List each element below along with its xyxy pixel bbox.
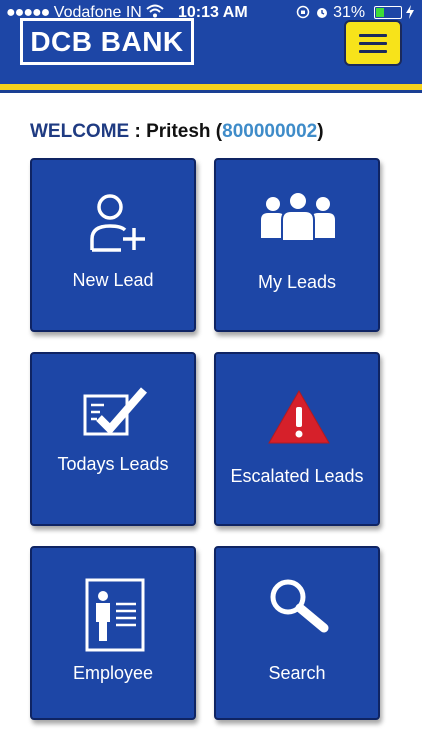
battery-level (375, 8, 384, 18)
menu-line (359, 42, 387, 45)
open-paren: ( (210, 121, 223, 142)
orientation-lock-icon (296, 4, 314, 21)
tile-label: Search (268, 663, 326, 683)
group-icon (261, 191, 335, 242)
hamburger-menu-button[interactable] (344, 20, 402, 66)
menu-line (359, 50, 387, 53)
add-user-icon (90, 194, 145, 252)
tile-escalated-leads[interactable]: Escalated Leads (214, 352, 380, 526)
battery-icon (373, 6, 402, 20)
welcome-message: WELCOME : Pritesh (800000002) (30, 121, 324, 143)
checklist-icon (83, 387, 148, 436)
alarm-icon (315, 4, 333, 21)
search-icon (270, 579, 329, 633)
close-paren: ) (317, 121, 324, 142)
tile-search[interactable]: Search (214, 546, 380, 720)
charging-icon (406, 4, 414, 21)
tile-my-leads[interactable]: My Leads (214, 158, 380, 332)
tile-new-lead[interactable]: New Lead (30, 158, 196, 332)
battery-percentage: 31% (333, 4, 366, 21)
warning-icon (268, 389, 330, 444)
tile-label: New Lead (72, 270, 154, 290)
employee-card-icon (85, 578, 145, 652)
tile-label: My Leads (257, 272, 337, 292)
tile-todays-leads[interactable]: Todays Leads (30, 352, 196, 526)
welcome-separator: : (129, 121, 147, 142)
user-id: 800000002 (222, 121, 318, 142)
tile-label: Todays Leads (57, 454, 169, 474)
header-divider (0, 90, 422, 93)
tile-label: Employee (72, 663, 154, 683)
dcb-bank-logo: DCB BANK (20, 18, 194, 65)
tile-label: Escalated Leads (230, 466, 364, 486)
menu-line (359, 34, 387, 37)
user-name: Pritesh (146, 121, 211, 142)
welcome-prefix: WELCOME (30, 121, 130, 142)
tile-employee[interactable]: Employee (30, 546, 196, 720)
